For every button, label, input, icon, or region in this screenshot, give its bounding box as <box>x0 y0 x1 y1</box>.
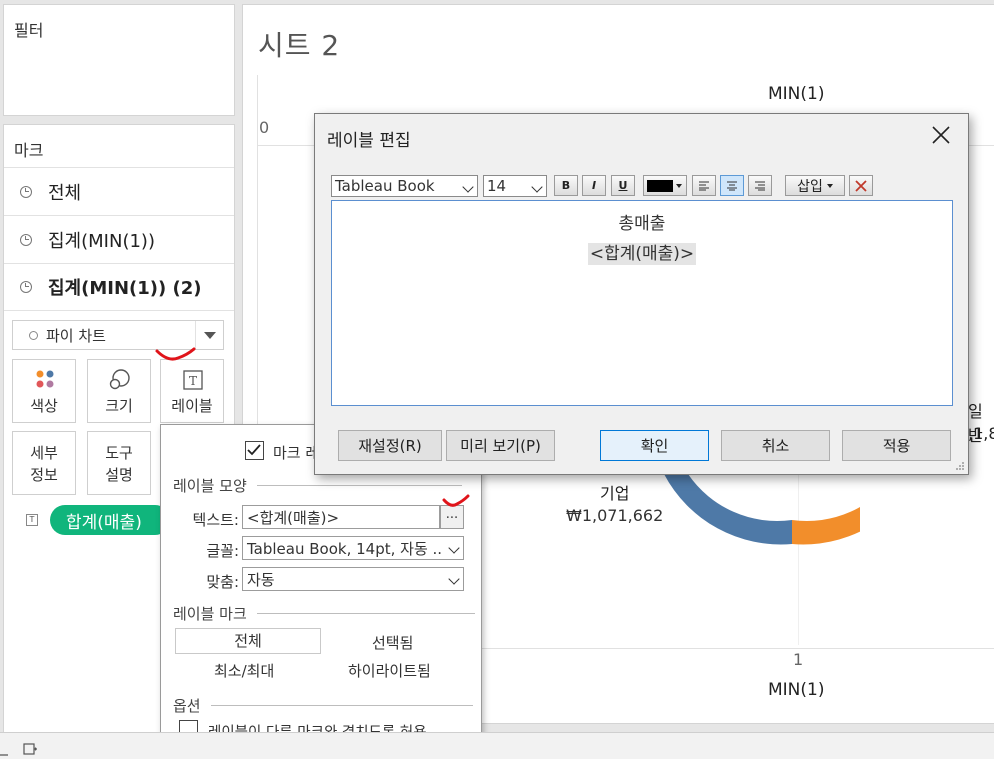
size-icon <box>109 369 130 390</box>
section-options: 옵션 <box>173 695 473 716</box>
dialog-title: 레이블 편집 <box>327 131 411 151</box>
marks-row-label: 집계(MIN(1)) (2) <box>48 278 202 299</box>
clock-icon <box>20 281 32 293</box>
clock-icon <box>20 233 32 246</box>
clear-x-icon <box>855 179 867 192</box>
close-icon[interactable] <box>930 124 952 146</box>
right-segment-label-value: ,1,8 <box>968 424 994 443</box>
color-button[interactable]: 색상 <box>12 359 76 423</box>
new-sheet-icon[interactable] <box>0 741 10 757</box>
donut-chart[interactable] <box>660 474 860 554</box>
edit-label-dialog: 레이블 편집 Tableau Book 14 B I U 삽입 총매출 <합계(… <box>314 113 969 475</box>
annotation-check-mark <box>442 494 470 507</box>
ok-button[interactable]: 확인 <box>600 430 709 461</box>
filters-title: 필터 <box>14 21 44 40</box>
sales-field-token[interactable]: <합계(매출)> <box>587 243 697 265</box>
align-center-icon <box>727 181 737 190</box>
editor-line-field: <합계(매출)> <box>332 239 952 265</box>
sheet-tabs-bar <box>0 732 994 759</box>
detail-button[interactable]: 세부 정보 <box>12 431 76 495</box>
mark-type-value: 파이 차트 <box>46 326 106 345</box>
marks-row-min1-2[interactable]: 집계(MIN(1)) (2) <box>4 263 234 311</box>
resize-grip-icon[interactable] <box>955 461 965 471</box>
section-label-marks: 레이블 마크 <box>173 603 475 624</box>
sum-sales-pill[interactable]: 합계(매출) <box>50 505 170 535</box>
font-family-select[interactable]: Tableau Book <box>331 175 478 197</box>
donut-segment-corporate[interactable] <box>664 474 792 545</box>
font-field-label: 글꼴: <box>206 542 239 560</box>
svg-text:T: T <box>189 374 197 388</box>
marks-row-min1[interactable]: 집계(MIN(1)) <box>4 215 234 263</box>
top-axis-label: MIN(1) <box>768 84 825 104</box>
check-icon <box>247 444 261 456</box>
preview-button[interactable]: 미리 보기(P) <box>446 430 555 461</box>
font-size-select[interactable]: 14 <box>483 175 547 197</box>
label-text-editor[interactable]: 총매출 <합계(매출)> <box>331 200 953 406</box>
align-center-button[interactable] <box>720 175 744 196</box>
bottom-axis-label: MIN(1) <box>768 680 825 700</box>
align-left-icon <box>699 181 709 190</box>
new-dashboard-icon[interactable] <box>22 741 38 757</box>
editor-line-title: 총매출 <box>618 214 666 234</box>
clear-button[interactable] <box>849 175 873 196</box>
donut-segment-consumer[interactable] <box>792 474 860 545</box>
text-icon: T <box>26 514 38 526</box>
color-icon <box>36 370 54 388</box>
color-label: 색상 <box>30 397 58 415</box>
label-marks-selected-option[interactable]: 선택됨 <box>372 632 413 653</box>
underline-button[interactable]: U <box>611 175 635 196</box>
align-right-button[interactable] <box>748 175 772 196</box>
annotation-check-mark <box>155 347 196 361</box>
sheet-title: 시트 2 <box>258 29 341 62</box>
align-left-button[interactable] <box>692 175 716 196</box>
text-icon: T <box>183 370 203 390</box>
filters-shelf[interactable]: 필터 <box>3 4 235 116</box>
size-button[interactable]: 크기 <box>87 359 151 423</box>
chevron-down-icon <box>676 183 682 188</box>
marks-title: 마크 <box>14 141 44 160</box>
label-button[interactable]: T 레이블 <box>160 359 224 423</box>
clock-icon <box>29 330 38 340</box>
bold-button[interactable]: B <box>554 175 578 196</box>
alignment-dropdown[interactable]: 자동 <box>242 567 464 591</box>
chevron-down-icon <box>826 183 833 188</box>
reset-button[interactable]: 재설정(R) <box>338 430 442 461</box>
tooltip-label: 도구 설명 <box>105 444 133 484</box>
section-label-appearance: 레이블 모양 <box>173 475 462 496</box>
top-axis-tick: 0 <box>259 118 270 137</box>
label-marks-all-option[interactable]: 전체 <box>175 628 321 654</box>
text-field-label: 텍스트: <box>192 511 239 529</box>
marks-row-label: 전체 <box>48 182 82 204</box>
italic-button[interactable]: I <box>582 175 606 196</box>
detail-label: 세부 정보 <box>30 444 58 484</box>
segment-label-value: ₩1,071,662 <box>566 506 664 525</box>
align-right-icon <box>755 181 765 190</box>
size-label: 크기 <box>105 397 133 415</box>
marks-row-all[interactable]: 전체 <box>4 167 234 215</box>
color-swatch <box>647 179 673 192</box>
insert-menu-button[interactable]: 삽입 <box>785 175 845 196</box>
marks-row-label: 집계(MIN(1)) <box>48 230 155 252</box>
text-field[interactable]: <합계(매출)> <box>242 505 440 529</box>
label-marks-minmax-option[interactable]: 최소/최대 <box>214 660 274 681</box>
chevron-down-icon[interactable] <box>195 321 223 349</box>
apply-button[interactable]: 적용 <box>842 430 951 461</box>
text-color-picker[interactable] <box>643 175 687 196</box>
font-dropdown[interactable]: Tableau Book, 14pt, 자동 .. <box>242 536 464 560</box>
clock-icon <box>20 185 32 198</box>
cancel-button[interactable]: 취소 <box>721 430 830 461</box>
segment-label-name: 기업 <box>600 484 630 503</box>
alignment-field-label: 맞춤: <box>206 573 239 591</box>
label-label: 레이블 <box>171 397 213 415</box>
bottom-axis-tick: 1 <box>793 650 804 669</box>
show-mark-labels-text: 마크 레 <box>273 444 320 462</box>
label-marks-highlighted-option[interactable]: 하이라이트됨 <box>348 660 431 681</box>
tooltip-button[interactable]: 도구 설명 <box>87 431 151 495</box>
show-mark-labels-checkbox[interactable] <box>245 441 264 460</box>
